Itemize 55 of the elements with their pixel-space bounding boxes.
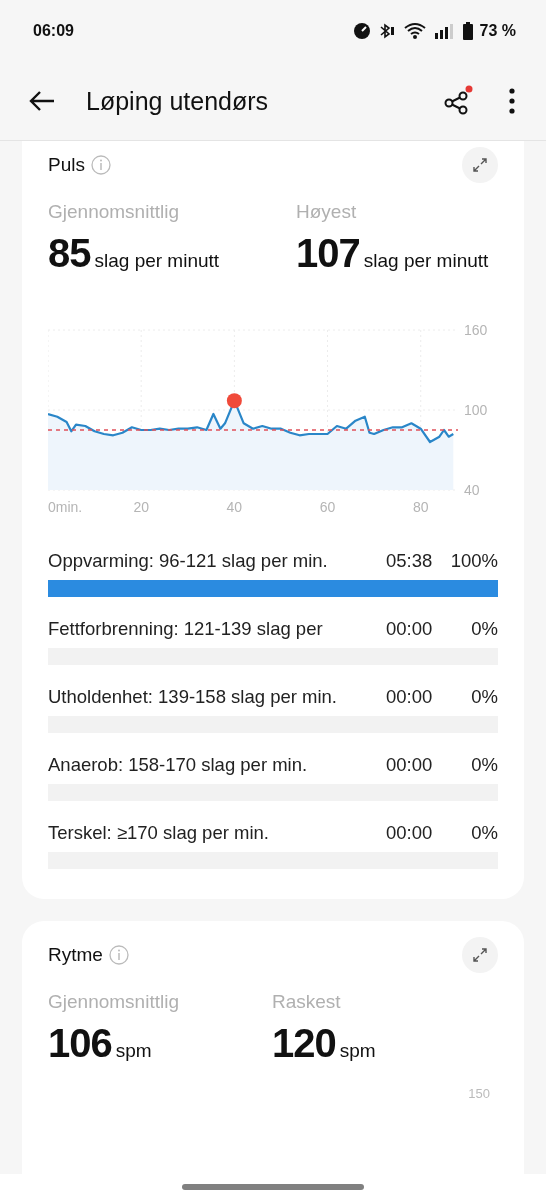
zone-time: 05:38 [386,550,434,572]
battery-level: 73 % [479,22,516,40]
zone-percent: 0% [470,822,498,844]
axis-label: 100 [464,402,488,418]
stat-value: 85 [48,231,91,276]
zone-percent: 0% [470,754,498,776]
stat-value: 107 [296,231,360,276]
zone-label: Oppvarming: 96-121 slag per min. [48,550,329,572]
zone-label: Fettforbrenning: 121-139 slag per [48,618,324,640]
zone-percent: 0% [470,618,498,640]
stat-unit: slag per minutt [94,250,220,272]
stat-label: Gjennomsnittlig [48,991,180,1013]
battery-icon [462,22,473,40]
axis-label: 40 [464,482,480,498]
zone-label: Utholdenhet: 139-158 slag per min. [48,686,338,708]
page-title: Løping utendørs [86,86,270,116]
expand-icon [472,947,488,963]
zone-percent: 0% [470,686,498,708]
wifi-icon [402,22,427,40]
info-icon[interactable] [90,155,111,175]
zone-label: Anaerob: 158-170 slag per min. [48,754,309,776]
back-arrow-icon[interactable] [28,90,56,112]
zone-time: 00:00 [386,754,434,776]
axis-label: 150 [468,1086,490,1101]
peak-marker [226,393,242,409]
info-icon[interactable] [108,945,129,965]
zone-time: 00:00 [386,618,434,640]
gauge-icon [352,22,371,40]
stat-value: 120 [272,1021,336,1066]
stat-label: Gjennomsnittlig [48,201,180,223]
share-icon[interactable] [442,85,474,117]
stat-unit: spm [339,1040,376,1062]
axis-label: 80 [412,499,429,515]
axis-label: 0min. [48,499,83,515]
zone-percent: 100% [449,550,498,572]
axis-label: 60 [319,499,336,515]
stat-label: Høyest [296,201,358,223]
axis-label: 20 [133,499,149,515]
zone-time: 00:00 [386,686,434,708]
stat-value: 106 [48,1021,112,1066]
expand-button[interactable] [462,937,498,973]
expand-button[interactable] [462,147,498,183]
expand-icon [472,157,488,173]
more-options-icon[interactable] [508,88,516,114]
status-time: 06:09 [33,22,74,40]
card-title: Rytme [48,944,103,966]
axis-label: 160 [464,322,488,338]
stat-label: Raskest [272,991,342,1013]
card-title: Puls [48,154,85,176]
stat-unit: spm [115,1040,152,1062]
signal-icon [433,22,456,40]
axis-label: 40 [226,499,243,515]
stat-unit: slag per minutt [363,250,489,272]
zone-label: Terskel: ≥170 slag per min. [48,822,270,844]
zone-time: 00:00 [386,822,434,844]
